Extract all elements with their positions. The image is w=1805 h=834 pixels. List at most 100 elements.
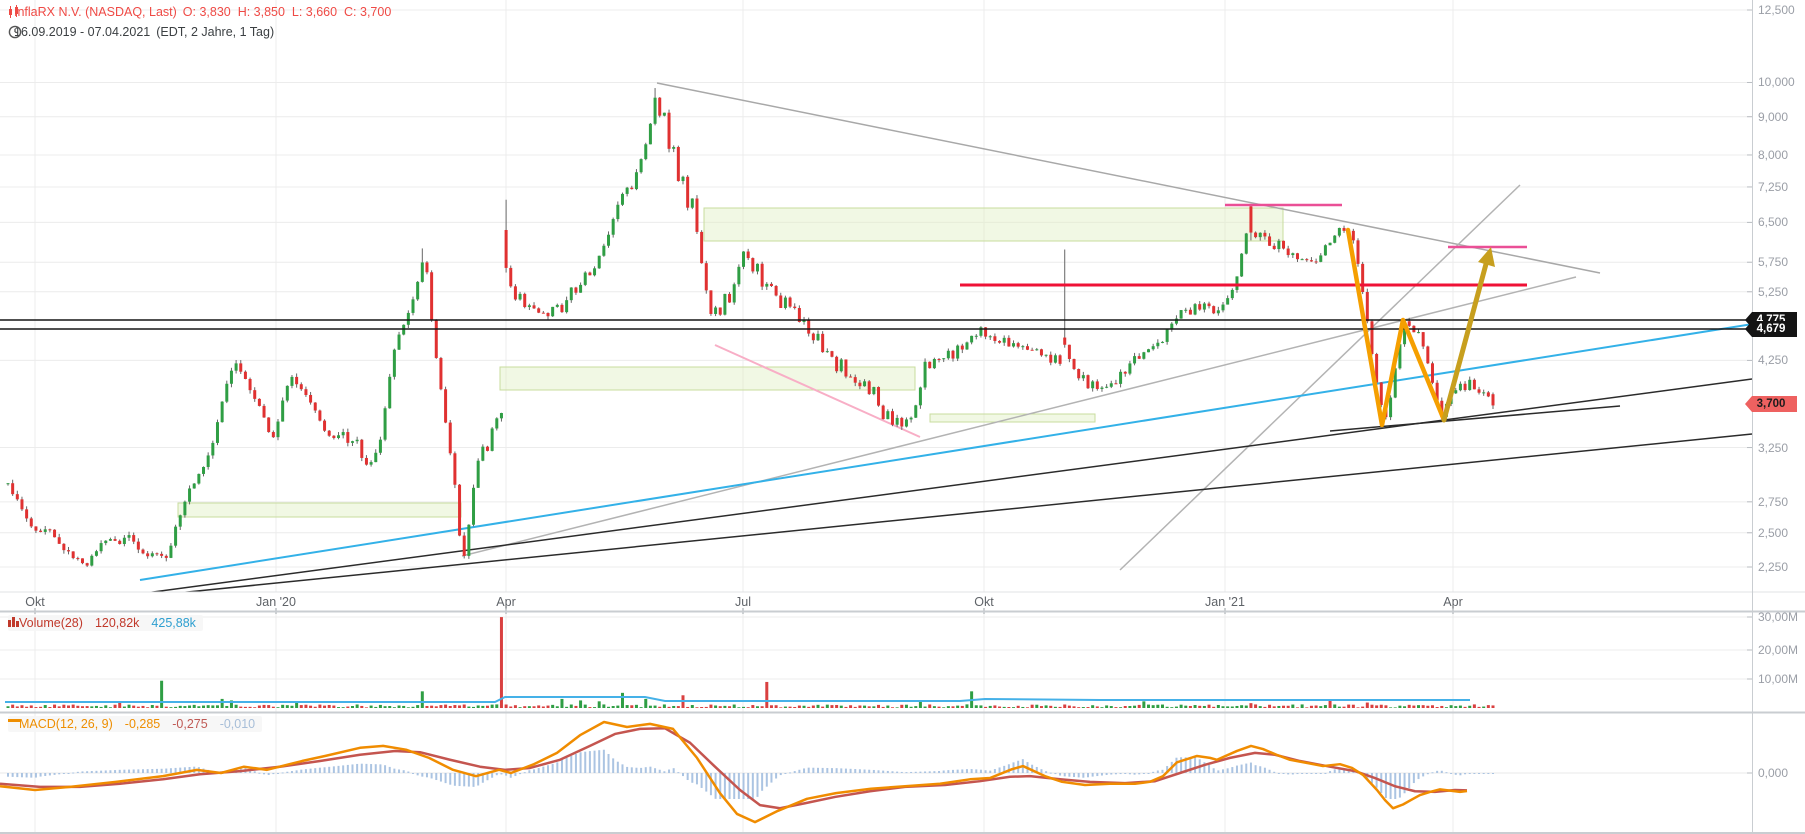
volume-bar	[1017, 706, 1020, 708]
candle	[109, 539, 112, 541]
candle	[435, 320, 438, 358]
candle	[179, 515, 182, 526]
time-tick-label[interactable]: Jan '20	[256, 595, 296, 609]
candle	[244, 372, 247, 379]
candle	[444, 389, 447, 422]
candle	[970, 336, 973, 343]
volume-bar	[1454, 706, 1457, 708]
macd-hist-bar	[30, 773, 32, 778]
candle	[1254, 233, 1257, 238]
macd-hist-bar	[16, 773, 18, 777]
macd-hist-bar	[1376, 773, 1378, 788]
candle	[393, 350, 396, 377]
volume-bar	[695, 707, 698, 708]
macd-hist-bar	[123, 770, 125, 773]
candle	[342, 432, 345, 435]
candle	[509, 268, 512, 286]
volume-bar	[1249, 703, 1252, 708]
macd-hist-bar	[617, 762, 619, 773]
macd-hist-bar	[929, 771, 931, 773]
candle	[416, 282, 419, 299]
volume-bar	[165, 707, 168, 708]
candle	[151, 553, 154, 556]
candle	[1231, 290, 1234, 298]
chart-canvas[interactable]	[0, 0, 1805, 834]
macd-hist-bar	[1101, 773, 1103, 776]
candle	[691, 199, 694, 208]
volume-bar	[812, 706, 815, 708]
macd-hist-bar	[77, 772, 79, 773]
volume-bar	[649, 706, 652, 708]
volume-bar	[1403, 706, 1406, 708]
volume-bar	[654, 706, 657, 708]
candle	[747, 252, 750, 259]
macd-hist-bar	[21, 773, 23, 777]
candle	[1105, 387, 1108, 388]
time-tick-label[interactable]: Jul	[735, 595, 751, 609]
range-legend[interactable]: 16.09.2019 - 07.04.2021 (EDT, 2 Jahre, 1…	[8, 25, 274, 39]
macd-hist-bar	[86, 771, 88, 773]
time-tick-label[interactable]: Apr	[1443, 595, 1462, 609]
macd-hist-bar	[1250, 763, 1252, 773]
volume-bar	[1263, 707, 1266, 708]
macd-hist-bar	[282, 772, 284, 773]
price-tick-label: 9,000	[1758, 110, 1788, 124]
candle	[1310, 260, 1313, 261]
volume-bar	[1082, 707, 1085, 708]
candle	[868, 381, 871, 394]
candle	[1082, 375, 1085, 378]
volume-bar	[30, 705, 33, 708]
candle	[914, 405, 917, 417]
macd-hist-bar	[891, 771, 893, 773]
time-tick-label[interactable]: Okt	[25, 595, 44, 609]
candle	[686, 177, 689, 208]
macd-hist-bar	[1418, 773, 1420, 779]
volume-bar	[491, 705, 494, 708]
volume-bar	[439, 705, 442, 708]
volume-bar	[840, 706, 843, 708]
candle	[384, 408, 387, 439]
candle	[481, 447, 484, 461]
macd-hist-bar	[1143, 773, 1145, 774]
volume-bar	[314, 707, 317, 708]
volume-bar	[1031, 705, 1034, 708]
macd-hist-bar	[859, 769, 861, 773]
candle	[295, 377, 298, 384]
volume-bar	[337, 707, 340, 708]
candle	[1426, 346, 1429, 363]
volume-bar	[137, 707, 140, 708]
macd-hist-bar	[770, 773, 772, 783]
volume-bar	[1087, 707, 1090, 708]
macd-hist-bar	[743, 773, 745, 799]
volume-bar	[691, 705, 694, 708]
candle	[58, 537, 61, 544]
volume-bar	[309, 706, 312, 708]
volume-bar	[1468, 706, 1471, 708]
volume-bar	[53, 705, 56, 708]
volume-bar	[109, 707, 112, 708]
time-tick-label[interactable]: Okt	[974, 595, 993, 609]
volume-bar	[1063, 704, 1066, 708]
volume-bar	[533, 706, 536, 708]
candle	[560, 305, 563, 312]
macd-legend[interactable]: MACD(12, 26, 9) -0,285 -0,275 -0,010	[8, 716, 262, 732]
candle	[1147, 349, 1150, 352]
macd-hist-bar	[738, 773, 740, 799]
volume-bar	[979, 705, 982, 708]
candle	[1492, 394, 1495, 405]
candle	[118, 541, 121, 544]
time-tick-label[interactable]: Jan '21	[1205, 595, 1245, 609]
time-tick-label[interactable]: Apr	[496, 595, 515, 609]
volume-bar	[1100, 707, 1103, 708]
macd-hist-bar	[840, 768, 842, 773]
macd-hist-bar	[915, 772, 917, 773]
macd-hist-bar	[1492, 773, 1494, 774]
macd-hist-bar	[1422, 773, 1424, 776]
macd-hist-bar	[7, 773, 9, 777]
volume-bar	[1240, 705, 1243, 708]
volume-bar	[379, 705, 382, 708]
volume-legend[interactable]: Volume(28) 120,82k 425,88k	[8, 615, 203, 631]
instrument-legend[interactable]: InflaRX N.V. (NASDAQ, Last) O: 3,830 H: …	[8, 5, 391, 19]
macd-hist-bar	[384, 765, 386, 773]
candle	[453, 453, 456, 484]
